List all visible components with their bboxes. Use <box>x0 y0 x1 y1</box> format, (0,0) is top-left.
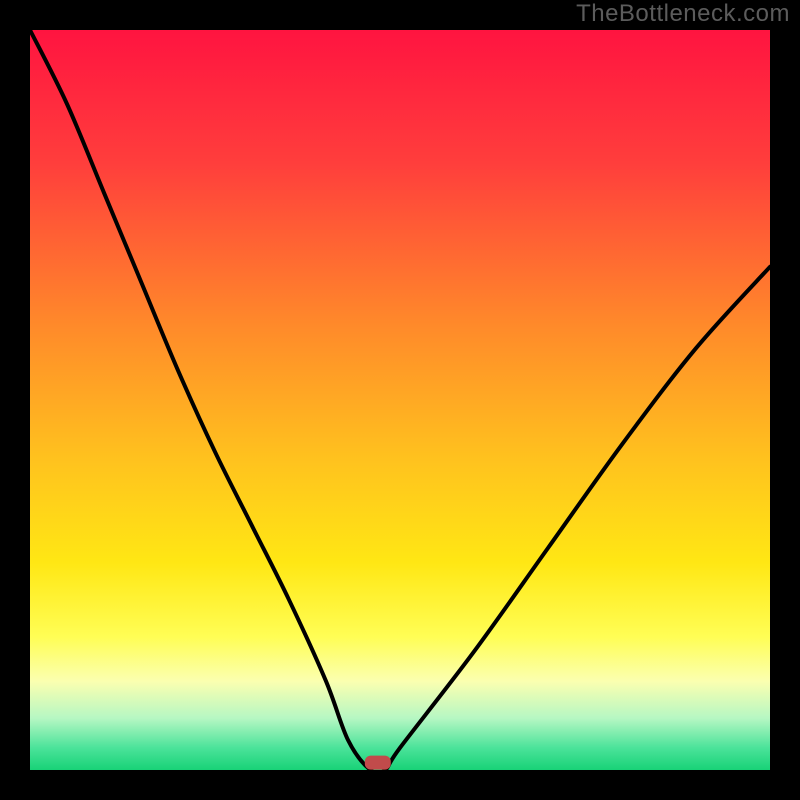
plot-background <box>30 30 770 770</box>
optimal-marker <box>365 756 391 770</box>
bottleneck-chart <box>0 0 800 800</box>
chart-container: TheBottleneck.com <box>0 0 800 800</box>
watermark-text: TheBottleneck.com <box>576 0 790 28</box>
